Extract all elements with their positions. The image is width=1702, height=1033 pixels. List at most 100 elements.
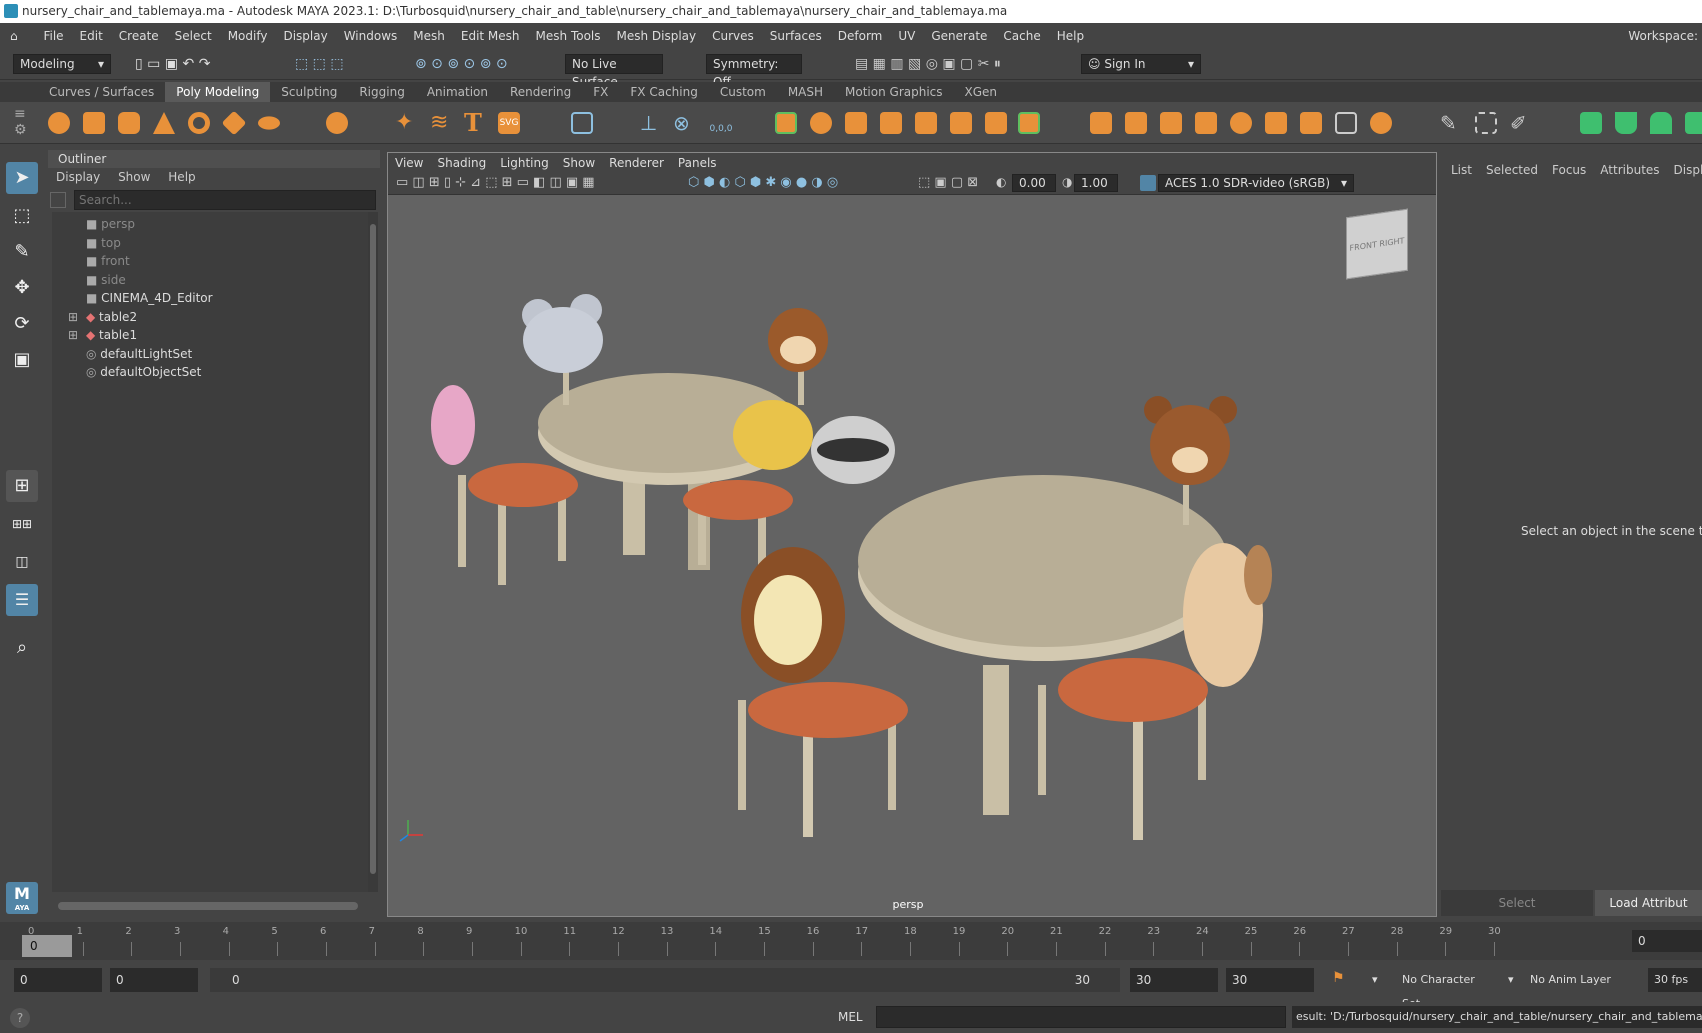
exposure-field[interactable]: 0.00 bbox=[1012, 174, 1056, 192]
poly-cube-icon[interactable] bbox=[83, 112, 105, 134]
auto-key-icon[interactable]: ⚑ bbox=[1332, 970, 1352, 990]
uv-cylindrical-icon[interactable] bbox=[1615, 112, 1637, 134]
menu-file[interactable]: File bbox=[35, 23, 71, 50]
smooth-icon[interactable] bbox=[880, 112, 902, 134]
range-slider[interactable]: 0 30 bbox=[210, 968, 1120, 992]
help-icon[interactable]: ? bbox=[10, 1008, 30, 1028]
load-attributes-button[interactable]: Load Attribut bbox=[1595, 890, 1702, 916]
select-button[interactable]: Select bbox=[1441, 890, 1593, 916]
menu-generate[interactable]: Generate bbox=[923, 23, 995, 50]
menu-modify[interactable]: Modify bbox=[220, 23, 276, 50]
outliner-menu-show[interactable]: Show bbox=[118, 170, 164, 184]
outliner-item[interactable]: ■ side bbox=[86, 270, 126, 290]
shelf-tab-custom[interactable]: Custom bbox=[709, 82, 777, 102]
scale-tool-icon[interactable]: ▣ bbox=[6, 344, 38, 376]
shelf-menu-gear-icon[interactable]: ≡ ⚙ bbox=[14, 106, 34, 140]
outliner-vscrollbar[interactable] bbox=[368, 212, 378, 892]
menu-mesh-display[interactable]: Mesh Display bbox=[609, 23, 705, 50]
shelf-tab-motion-graphics[interactable]: Motion Graphics bbox=[834, 82, 954, 102]
animation-end-field[interactable]: 30 bbox=[1226, 968, 1314, 992]
menu-uv[interactable]: UV bbox=[890, 23, 923, 50]
bevel-icon[interactable] bbox=[1125, 112, 1147, 134]
multi-cut-icon[interactable] bbox=[1230, 112, 1252, 134]
sign-in-dropdown[interactable]: ☺ Sign In ▾ bbox=[1081, 54, 1201, 74]
viewport-scene[interactable] bbox=[388, 195, 1436, 916]
attribute-tab-display[interactable]: Display bbox=[1674, 163, 1702, 177]
live-surface-field[interactable]: No Live Surface bbox=[565, 54, 663, 89]
outliner-item[interactable]: ⊞ ◆ table1 bbox=[68, 325, 137, 345]
animation-start-field[interactable]: 0 bbox=[14, 968, 102, 992]
svg-icon[interactable]: SVG bbox=[498, 112, 520, 134]
poly-cylinder-icon[interactable] bbox=[118, 112, 140, 134]
shelf-tab-poly-modeling[interactable]: Poly Modeling bbox=[165, 82, 271, 102]
reset-transform-icon[interactable]: 0,0,0 bbox=[706, 112, 736, 134]
viewport-camera-icons[interactable]: ▭ ◫ ⊞ ▯ ⊹ ⊿ ⬚ ⊞ ▭ ◧ ◫ ▣ ▦ bbox=[396, 175, 686, 193]
fps-dropdown[interactable]: 30 fps bbox=[1648, 968, 1702, 992]
menu-help[interactable]: Help bbox=[1049, 23, 1092, 50]
lasso-tool-icon[interactable]: ⬚ bbox=[6, 200, 38, 232]
outliner-item[interactable]: ■ CINEMA_4D_Editor bbox=[86, 288, 213, 308]
playback-start-field[interactable]: 0 bbox=[110, 968, 198, 992]
anim-layer-dropdown[interactable]: ▾ No Anim Layer bbox=[1502, 968, 1624, 992]
attribute-tab-focus[interactable]: Focus bbox=[1552, 163, 1600, 177]
mirror-pivot-icon[interactable]: ⊥ bbox=[640, 112, 662, 134]
platonic-solid-icon[interactable] bbox=[326, 112, 348, 134]
poly-disc-icon[interactable] bbox=[258, 116, 280, 130]
playback-end-field[interactable]: 30 bbox=[1130, 968, 1218, 992]
outliner-item[interactable]: ◎ defaultLightSet bbox=[86, 344, 192, 364]
rotate-tool-icon[interactable]: ⟳ bbox=[6, 308, 38, 340]
outliner-layout-icon[interactable]: ☰ bbox=[6, 584, 38, 616]
extract-icon[interactable] bbox=[845, 112, 867, 134]
poly-plane-icon[interactable] bbox=[221, 110, 247, 136]
outliner-item[interactable]: ⊞ ◆ table2 bbox=[68, 307, 137, 327]
outliner-item[interactable]: ■ persp bbox=[86, 214, 135, 234]
file-icons[interactable]: ▯ ▭ ▣ ↶ ↷ bbox=[135, 56, 245, 74]
outliner-filter-icon[interactable] bbox=[50, 192, 66, 208]
reduce-icon[interactable] bbox=[950, 112, 972, 134]
viewport-menu-lighting[interactable]: Lighting bbox=[493, 153, 556, 173]
menu-deform[interactable]: Deform bbox=[830, 23, 891, 50]
menu-create[interactable]: Create bbox=[111, 23, 167, 50]
shelf-tab-mash[interactable]: MASH bbox=[777, 82, 834, 102]
shelf-tab-animation[interactable]: Animation bbox=[416, 82, 499, 102]
chair-monkey[interactable] bbox=[768, 308, 828, 405]
chair-raccoon[interactable] bbox=[811, 416, 895, 484]
viewport-menu-show[interactable]: Show bbox=[556, 153, 602, 173]
helix-icon[interactable]: ≋ bbox=[430, 112, 452, 134]
workspace-label[interactable]: Workspace: bbox=[1628, 23, 1698, 50]
menu-edit-mesh[interactable]: Edit Mesh bbox=[453, 23, 528, 50]
four-view-layout-icon[interactable]: ⊞⊞ bbox=[6, 508, 38, 540]
outliner-item[interactable]: ■ top bbox=[86, 233, 121, 253]
uv-planar-icon[interactable] bbox=[1580, 112, 1602, 134]
viewport-menu-renderer[interactable]: Renderer bbox=[602, 153, 671, 173]
script-language-toggle[interactable]: MEL bbox=[838, 1006, 878, 1028]
attribute-tab-attributes[interactable]: Attributes bbox=[1600, 163, 1673, 177]
search-icon[interactable]: ⌕ bbox=[6, 632, 38, 664]
outliner-menu-help[interactable]: Help bbox=[168, 170, 195, 184]
edge-loop-icon[interactable] bbox=[1300, 112, 1322, 134]
selection-mask-icons[interactable]: ⬚ ⬚ ⬚ bbox=[295, 56, 355, 74]
super-shape-icon[interactable]: ✦ bbox=[395, 112, 417, 134]
extrude-icon[interactable] bbox=[1090, 112, 1112, 134]
current-frame-marker[interactable]: 0 bbox=[22, 935, 72, 957]
current-frame-field[interactable]: 0 bbox=[1632, 930, 1702, 952]
shelf-tab-sculpting[interactable]: Sculpting bbox=[270, 82, 348, 102]
viewport-menu-view[interactable]: View bbox=[388, 153, 430, 173]
sculpt-brush-icon[interactable]: ✎ bbox=[1440, 112, 1462, 134]
remesh-icon[interactable] bbox=[985, 112, 1007, 134]
move-tool-icon[interactable]: ✥ bbox=[6, 272, 38, 304]
sweep-mesh-icon[interactable] bbox=[571, 112, 593, 134]
menu-display[interactable]: Display bbox=[275, 23, 335, 50]
attribute-tab-list[interactable]: List bbox=[1451, 163, 1486, 177]
attribute-tab-selected[interactable]: Selected bbox=[1486, 163, 1552, 177]
shelf-tab-fx-caching[interactable]: FX Caching bbox=[619, 82, 708, 102]
bridge-icon[interactable] bbox=[1160, 112, 1182, 134]
boolean-icon[interactable] bbox=[915, 112, 937, 134]
menu-cache[interactable]: Cache bbox=[995, 23, 1048, 50]
expand-icon[interactable]: ⊞ bbox=[68, 325, 78, 345]
expand-icon[interactable]: ⊞ bbox=[68, 307, 78, 327]
single-perspective-layout-icon[interactable]: ⊞ bbox=[6, 470, 38, 502]
uv-editor-icon[interactable] bbox=[1475, 112, 1497, 134]
menu-edit[interactable]: Edit bbox=[72, 23, 111, 50]
combine-icon[interactable] bbox=[775, 112, 797, 134]
